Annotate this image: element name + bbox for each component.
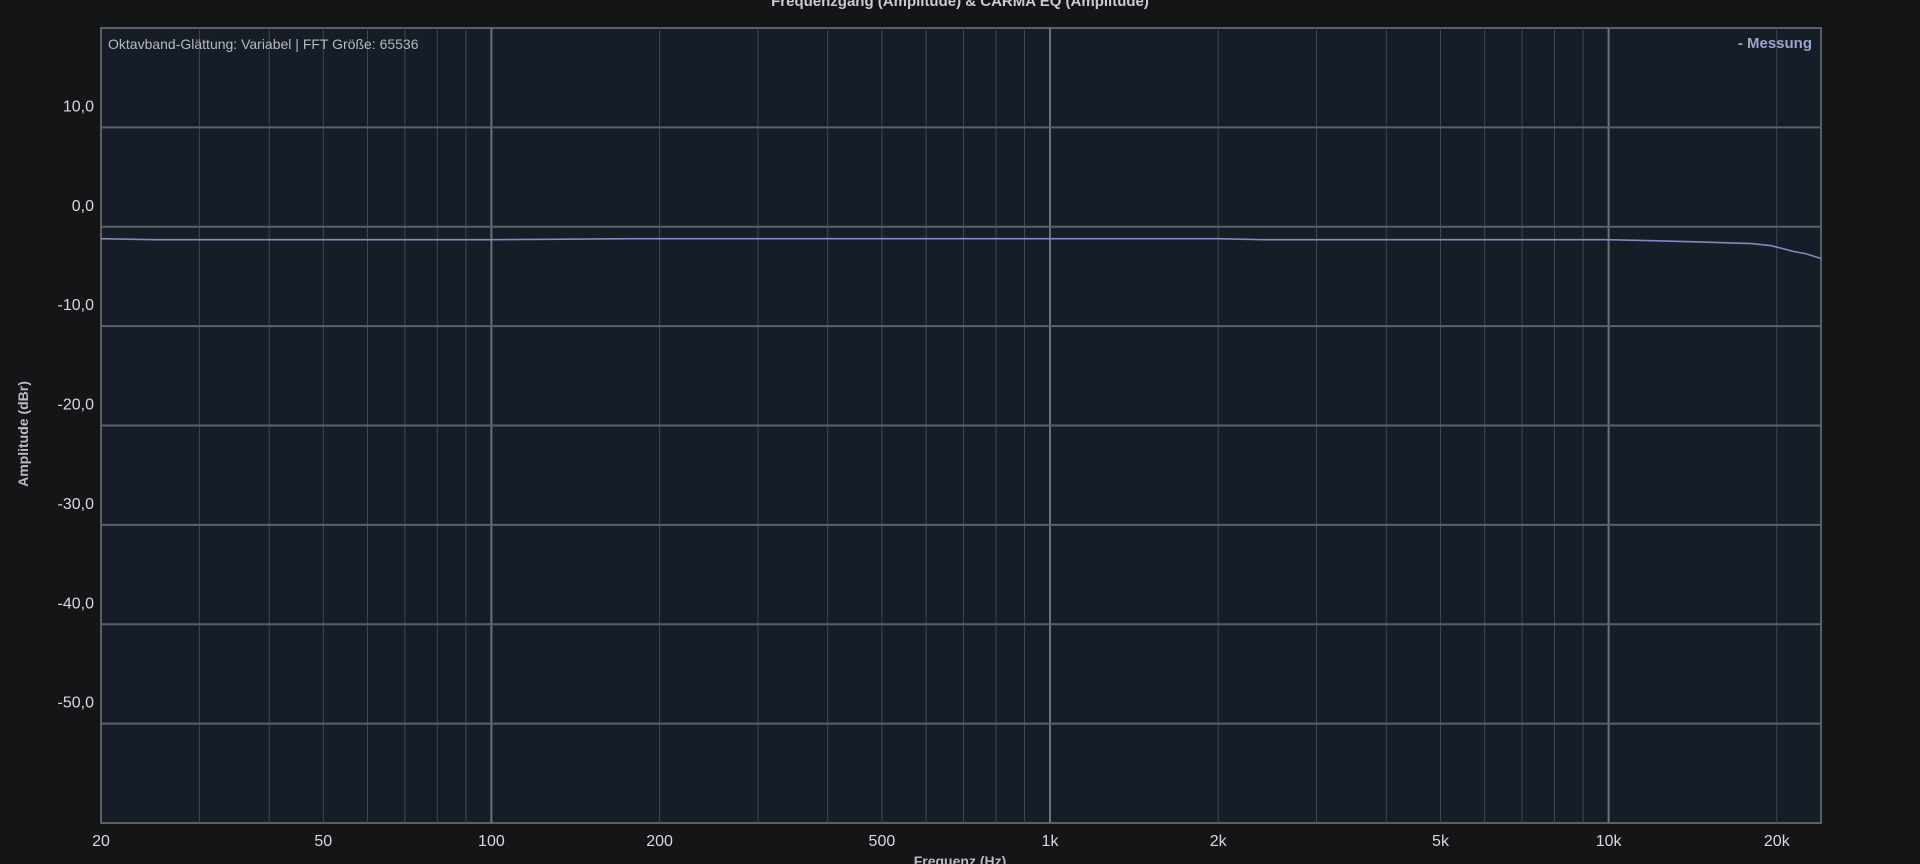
- smoothing-annotation: Oktavband-Glättung: Variabel | FFT Größe…: [108, 36, 419, 52]
- y-tick-label: -50,0: [58, 695, 95, 712]
- x-tick-label: 1k: [1042, 833, 1060, 850]
- x-tick-label: 50: [314, 833, 332, 850]
- x-tick-label: 100: [478, 833, 505, 850]
- x-tick-label: 5k: [1432, 833, 1450, 850]
- y-tick-label: -20,0: [58, 397, 95, 414]
- y-tick-label: -40,0: [58, 595, 95, 612]
- chart-stage: Frequenzgang (Amplitude) & CARMA EQ (Amp…: [0, 0, 1920, 864]
- y-tick-label: 10,0: [63, 98, 94, 115]
- chart-title: Frequenzgang (Amplitude) & CARMA EQ (Amp…: [771, 0, 1149, 10]
- y-tick-label: -10,0: [58, 297, 95, 314]
- frequency-response-chart: Frequenzgang (Amplitude) & CARMA EQ (Amp…: [15, 0, 1822, 864]
- x-axis-title: Frequenz (Hz): [914, 853, 1007, 864]
- x-tick-label: 10k: [1596, 833, 1623, 850]
- x-tick-label: 20k: [1764, 833, 1791, 850]
- x-tick-label: 2k: [1210, 833, 1228, 850]
- y-tick-label: 0,0: [72, 198, 94, 215]
- x-tick-label: 200: [646, 833, 673, 850]
- legend-entry-messung[interactable]: - Messung: [1738, 35, 1812, 52]
- x-tick-label: 500: [869, 833, 896, 850]
- x-tick-label: 20: [92, 833, 110, 850]
- y-tick-label: -30,0: [58, 496, 95, 513]
- y-axis-title: Amplitude (dBr): [15, 381, 31, 487]
